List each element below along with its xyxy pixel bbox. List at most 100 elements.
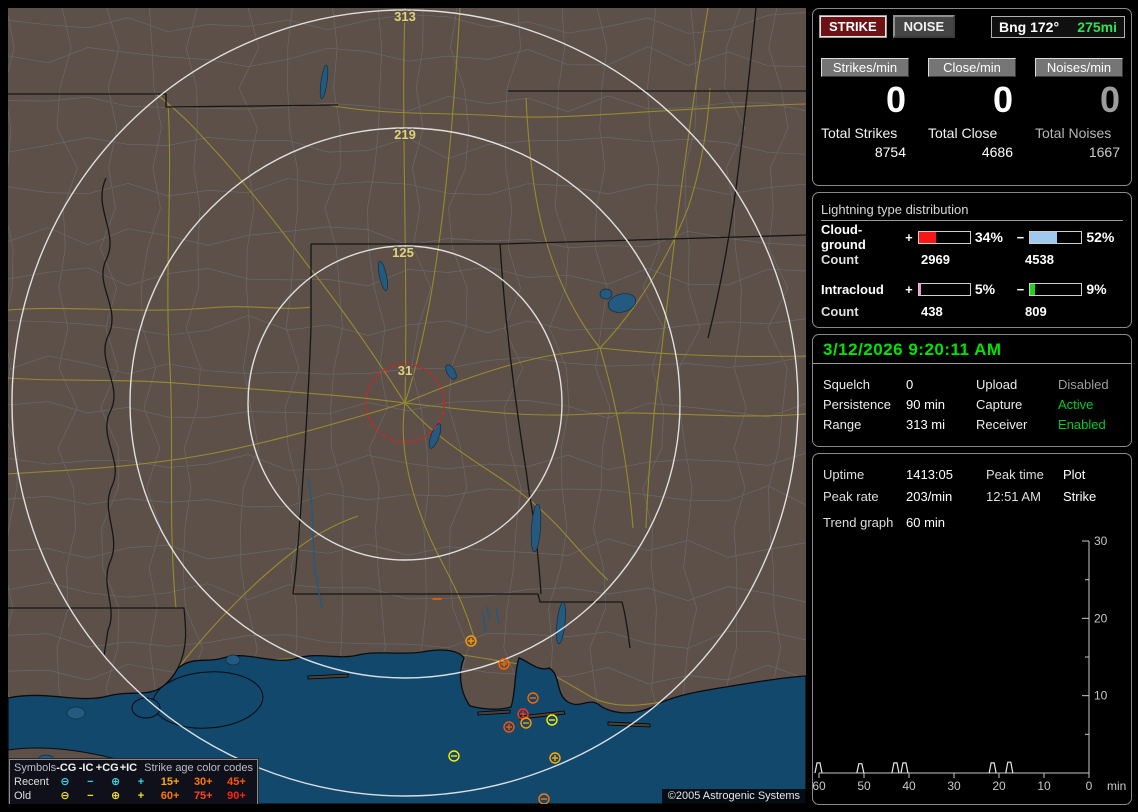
legend-col-neg-ic: -IC bbox=[78, 762, 94, 774]
svg-text:40: 40 bbox=[902, 779, 916, 793]
session-row: Uptime 1413:05 Peak time Plot bbox=[823, 463, 1121, 485]
plus-sign: + bbox=[905, 229, 913, 245]
trend-graph-row: Trend graph 60 min bbox=[823, 515, 1121, 530]
trend-graph-window: 60 min bbox=[906, 515, 946, 530]
age-60: 60+ bbox=[160, 790, 180, 802]
session-row: Peak rate 203/min 12:51 AM Strike bbox=[823, 485, 1121, 507]
svg-text:min: min bbox=[1107, 779, 1126, 793]
cg-minus-count: 4538 bbox=[1025, 251, 1054, 267]
noise-button[interactable]: NOISE bbox=[892, 15, 956, 38]
neg-cg-old-icon: ⊖ bbox=[60, 790, 70, 802]
peak-rate-value: 203/min bbox=[906, 488, 953, 504]
ring-label-125: 125 bbox=[392, 245, 414, 260]
session-panel: Uptime 1413:05 Peak time Plot Peak rate … bbox=[812, 453, 1132, 805]
age-30: 30+ bbox=[193, 776, 213, 788]
noises-per-min-header[interactable]: Noises/min bbox=[1035, 58, 1123, 77]
strikes-per-min-header[interactable]: Strikes/min bbox=[821, 58, 909, 77]
total-strikes-label: Total Strikes bbox=[821, 125, 898, 141]
pos-cg-recent-icon: ⊕ bbox=[111, 776, 121, 788]
cloud-ground-row: Cloud-ground + 34% − 52% bbox=[821, 222, 1123, 252]
ic-minus-pct: 9% bbox=[1086, 281, 1107, 297]
legend-old-label: Old bbox=[14, 790, 32, 802]
pos-ic-old-icon: + bbox=[137, 790, 145, 802]
neg-cg-recent-icon: ⊖ bbox=[60, 776, 70, 788]
close-per-min-value: 0 bbox=[992, 79, 1013, 120]
close-per-min-header[interactable]: Close/min bbox=[928, 58, 1016, 77]
cg-plus-bar-fill bbox=[918, 231, 937, 243]
uptime-value: 1413:05 bbox=[906, 466, 953, 482]
neg-ic-old-icon: − bbox=[87, 790, 94, 802]
bearing-readout: Bng 172° 275mi bbox=[991, 15, 1125, 38]
legend-col-pos-ic: +IC bbox=[119, 762, 138, 774]
range-label: Range bbox=[823, 416, 862, 432]
receiver-label: Receiver bbox=[976, 416, 1028, 432]
neg-ic-recent-icon: − bbox=[87, 776, 94, 788]
svg-text:10: 10 bbox=[1094, 689, 1108, 703]
capture-label: Capture bbox=[976, 396, 1023, 412]
upload-label: Upload bbox=[976, 376, 1018, 392]
svg-text:10: 10 bbox=[1037, 779, 1051, 793]
squelch-value: 0 bbox=[906, 376, 914, 392]
total-noises-value: 1667 bbox=[1088, 144, 1120, 160]
ic-plus-pct: 5% bbox=[974, 281, 996, 297]
legend-age-label: Strike age color codes bbox=[144, 762, 253, 774]
age-15: 15+ bbox=[160, 776, 180, 788]
intracloud-label: Intracloud bbox=[821, 281, 884, 297]
svg-text:20: 20 bbox=[1094, 611, 1108, 625]
cg-minus-bar bbox=[1029, 230, 1083, 244]
cg-plus-bar bbox=[917, 230, 971, 244]
pos-cg-old-icon: ⊕ bbox=[111, 790, 121, 802]
cg-minus-bar-fill bbox=[1030, 231, 1057, 243]
trend-graph-label: Trend graph bbox=[823, 515, 894, 530]
cg-plus-pct: 34% bbox=[974, 229, 1003, 245]
strikes-column: Strikes/min 0 Total Strikes 8754 bbox=[821, 58, 909, 160]
plus-sign: + bbox=[905, 281, 913, 297]
age-90: 90+ bbox=[227, 790, 246, 802]
svg-text:60: 60 bbox=[813, 779, 826, 793]
close-column: Close/min 0 Total Close 4686 bbox=[928, 58, 1016, 160]
distribution-panel: Lightning type distribution Cloud-ground… bbox=[812, 192, 1132, 328]
ic-minus-bar bbox=[1029, 282, 1083, 296]
copyright-label: ©2005 Astrogenic Systems bbox=[661, 789, 806, 804]
ic-minus-bar-fill bbox=[1030, 283, 1035, 295]
persistence-value: 90 min bbox=[906, 396, 946, 412]
range-value: 313 mi bbox=[906, 416, 946, 432]
legend-col-pos-cg: +CG bbox=[95, 762, 119, 774]
datetime-readout: 3/12/2026 9:20:11 AM bbox=[823, 340, 1002, 359]
upload-status: Disabled bbox=[1058, 376, 1109, 392]
plot-mode-label: Plot bbox=[1063, 466, 1086, 482]
strike-counter-panel: STRIKE NOISE Bng 172° 275mi Strikes/min … bbox=[812, 8, 1132, 186]
peak-time-value: 12:51 AM bbox=[986, 488, 1041, 504]
intracloud-row: Intracloud + 5% − 9% bbox=[821, 281, 1123, 297]
svg-text:30: 30 bbox=[947, 779, 961, 793]
status-row: Range 313 mi Receiver Enabled bbox=[823, 414, 1121, 434]
legend-symbols-label: Symbols bbox=[14, 762, 57, 774]
intracloud-count-row: Count 438 809 bbox=[821, 303, 1123, 319]
svg-text:30: 30 bbox=[1094, 534, 1108, 548]
pos-ic-recent-icon: + bbox=[137, 776, 145, 788]
cloud-ground-label: Cloud-ground bbox=[821, 222, 866, 252]
distribution-title: Lightning type distribution bbox=[821, 202, 1123, 221]
strike-button[interactable]: STRIKE bbox=[819, 15, 887, 38]
ic-minus-count: 809 bbox=[1025, 303, 1047, 319]
ic-plus-count: 438 bbox=[921, 303, 943, 319]
radar-map[interactable]: 313 219 125 31 Symbols -CG -IC +CG +IC S… bbox=[8, 8, 806, 804]
persistence-label: Persistence bbox=[823, 396, 891, 412]
legend-col-neg-cg: -CG bbox=[56, 762, 77, 774]
app-window: 313 219 125 31 Symbols -CG -IC +CG +IC S… bbox=[0, 0, 1138, 812]
cg-plus-count: 2969 bbox=[921, 251, 950, 267]
peak-time-label: Peak time bbox=[986, 466, 1044, 482]
cg-minus-pct: 52% bbox=[1086, 229, 1115, 245]
map-canvas: 313 219 125 31 bbox=[8, 8, 806, 804]
uptime-label: Uptime bbox=[823, 466, 865, 482]
count-label: Count bbox=[821, 303, 859, 319]
ic-plus-bar-fill bbox=[918, 283, 922, 295]
receiver-status: Enabled bbox=[1058, 416, 1106, 432]
bearing-distance: 275mi bbox=[1077, 18, 1117, 35]
map-legend: Symbols -CG -IC +CG +IC Strike age color… bbox=[8, 758, 259, 804]
ic-plus-bar bbox=[917, 282, 971, 296]
squelch-label: Squelch bbox=[823, 376, 870, 392]
count-label: Count bbox=[821, 251, 859, 267]
ring-label-313: 313 bbox=[394, 9, 416, 24]
noises-per-min-value: 0 bbox=[1099, 79, 1120, 120]
